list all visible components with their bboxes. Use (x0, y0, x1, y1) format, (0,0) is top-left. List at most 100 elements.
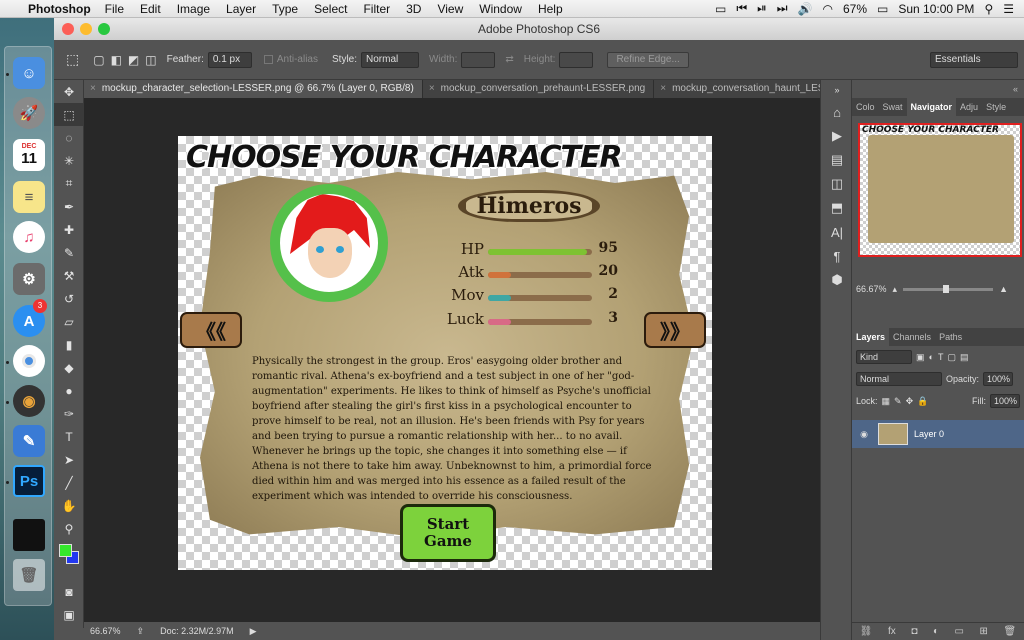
foreground-color-swatch[interactable] (59, 544, 72, 557)
panel-collapse-icon[interactable]: « (852, 80, 1024, 98)
folder-stack-icon[interactable] (13, 519, 45, 551)
magic-wand-tool-icon[interactable]: ✳ (54, 149, 84, 172)
menu-file[interactable]: File (105, 2, 124, 16)
type-tool-icon[interactable]: T (54, 425, 84, 448)
kind-filter-select[interactable]: Kind (856, 350, 912, 364)
menubar-clock[interactable]: Sun 10:00 PM (898, 2, 974, 16)
textedit-icon[interactable]: ✎ (13, 425, 45, 457)
chrome-icon[interactable] (13, 345, 45, 377)
zoom-tool-icon[interactable]: ⚲ (54, 517, 84, 540)
color-swatches[interactable] (54, 540, 84, 580)
tab-navigator[interactable]: Navigator (906, 98, 957, 116)
notification-center-icon[interactable]: ☰ (1003, 2, 1014, 16)
swap-dimensions-icon[interactable]: ⇄ (505, 54, 513, 65)
menu-3d[interactable]: 3D (406, 2, 421, 16)
workspace-select[interactable]: Essentials (930, 51, 1018, 68)
delete-layer-icon[interactable]: 🗑 (1003, 626, 1016, 637)
volume-icon[interactable]: 🔊 (798, 2, 813, 16)
gradient-tool-icon[interactable]: ▮ (54, 333, 84, 356)
lock-position-icon[interactable]: ✥ (906, 396, 914, 407)
menu-layer[interactable]: Layer (226, 2, 256, 16)
line-tool-icon[interactable]: ╱ (54, 471, 84, 494)
filter-pixel-icon[interactable]: ▣ (916, 352, 925, 363)
history-brush-tool-icon[interactable]: ↺ (54, 287, 84, 310)
document-canvas[interactable]: CHOOSE YOUR CHARACTER Himeros HP 95 Atk … (178, 136, 712, 570)
fill-input[interactable]: 100% (990, 394, 1020, 408)
new-selection-icon[interactable]: ▢ (93, 53, 104, 67)
zoom-out-icon[interactable]: ▴ (893, 284, 898, 295)
tool-presets-icon[interactable]: ⬒ (821, 196, 853, 220)
menu-select[interactable]: Select (314, 2, 347, 16)
lock-all-icon[interactable]: 🔒 (917, 396, 928, 407)
eraser-tool-icon[interactable]: ▱ (54, 310, 84, 333)
pen-tool-icon[interactable]: ✑ (54, 402, 84, 425)
menu-edit[interactable]: Edit (140, 2, 161, 16)
marquee-tool-preset-icon[interactable]: ⬚ (66, 51, 79, 68)
filter-shape-icon[interactable]: ▢ (947, 352, 956, 363)
lasso-tool-icon[interactable]: ◌ (54, 126, 84, 149)
feather-input[interactable]: 0.1 px (207, 51, 252, 68)
tab-swatches[interactable]: Swat (879, 98, 907, 116)
brush-tool-icon[interactable]: ✎ (54, 241, 84, 264)
marquee-tool-icon[interactable]: ⬚ (54, 103, 84, 126)
system-preferences-icon[interactable]: ⚙ (13, 263, 45, 295)
opacity-input[interactable]: 100% (983, 372, 1014, 386)
close-tab-icon[interactable]: × (429, 83, 435, 94)
lock-image-icon[interactable]: ✎ (894, 396, 902, 407)
status-menu-arrow-icon[interactable]: ▶ (250, 626, 257, 637)
next-track-icon[interactable]: ⏭ (777, 1, 788, 16)
spotlight-icon[interactable]: ⚲ (984, 2, 993, 16)
eyedropper-tool-icon[interactable]: ✒ (54, 195, 84, 218)
character-panel-icon[interactable]: A| (821, 220, 853, 244)
blur-tool-icon[interactable]: ◆ (54, 356, 84, 379)
menubar-app-name[interactable]: Photoshop (28, 2, 91, 16)
status-share-icon[interactable]: ⇪ (137, 626, 145, 637)
healing-brush-tool-icon[interactable]: ✚ (54, 218, 84, 241)
menu-image[interactable]: Image (177, 2, 210, 16)
refine-edge-button[interactable]: Refine Edge... (607, 51, 689, 68)
path-selection-tool-icon[interactable]: ➤ (54, 448, 84, 471)
new-layer-icon[interactable]: ⊞ (980, 626, 988, 637)
layer-style-icon[interactable]: fx (888, 626, 896, 637)
move-tool-icon[interactable]: ✥ (54, 80, 84, 103)
tab-layers[interactable]: Layers (852, 328, 890, 346)
hand-tool-icon[interactable]: ✋ (54, 494, 84, 517)
menu-filter[interactable]: Filter (363, 2, 390, 16)
tab-styles[interactable]: Style (982, 98, 1010, 116)
subtract-selection-icon[interactable]: ◩ (128, 53, 139, 67)
antialias-checkbox[interactable] (263, 55, 273, 64)
add-selection-icon[interactable]: ◧ (111, 53, 122, 67)
collapse-strip-icon[interactable]: » (821, 80, 853, 100)
lock-transparent-icon[interactable]: ▦ (882, 396, 891, 407)
launchpad-icon[interactable]: 🚀 (13, 97, 45, 129)
menu-window[interactable]: Window (479, 2, 522, 16)
clone-source-icon[interactable]: ◫ (821, 172, 853, 196)
tab-character-selection[interactable]: × mockup_character_selection-LESSER.png @… (84, 80, 423, 98)
dodge-tool-icon[interactable]: ● (54, 379, 84, 402)
menu-help[interactable]: Help (538, 2, 563, 16)
width-input[interactable] (461, 51, 496, 68)
visibility-eye-icon[interactable]: ◉ (856, 429, 872, 440)
crop-tool-icon[interactable]: ⌗ (54, 172, 84, 195)
zoom-in-icon[interactable]: ▲ (999, 284, 1008, 294)
link-layers-icon[interactable]: ⛓ (860, 626, 873, 637)
close-window-button[interactable] (62, 23, 74, 35)
blend-mode-select[interactable]: Normal (856, 372, 942, 386)
calendar-icon[interactable]: DEC 11 (13, 139, 45, 171)
menu-type[interactable]: Type (272, 2, 298, 16)
canvas-area[interactable]: CHOOSE YOUR CHARACTER Himeros HP 95 Atk … (84, 98, 820, 630)
new-group-icon[interactable]: ▭ (955, 626, 964, 637)
menu-view[interactable]: View (437, 2, 463, 16)
navigator-preview[interactable]: CHOOSE YOUR CHARACTER (858, 123, 1022, 257)
battery-icon[interactable]: ▭ (877, 2, 888, 16)
style-select[interactable]: Normal (361, 51, 420, 68)
add-mask-icon[interactable]: ◘ (911, 626, 917, 637)
tab-paths[interactable]: Paths (935, 328, 966, 346)
layer-name[interactable]: Layer 0 (914, 429, 944, 439)
paragraph-panel-icon[interactable]: ¶ (821, 244, 853, 268)
actions-panel-icon[interactable]: ▶ (821, 124, 853, 148)
wifi-icon[interactable]: ◠ (823, 2, 833, 16)
zoom-level[interactable]: 66.67% (90, 626, 121, 636)
slider-handle[interactable] (942, 284, 949, 293)
close-tab-icon[interactable]: × (90, 83, 96, 94)
